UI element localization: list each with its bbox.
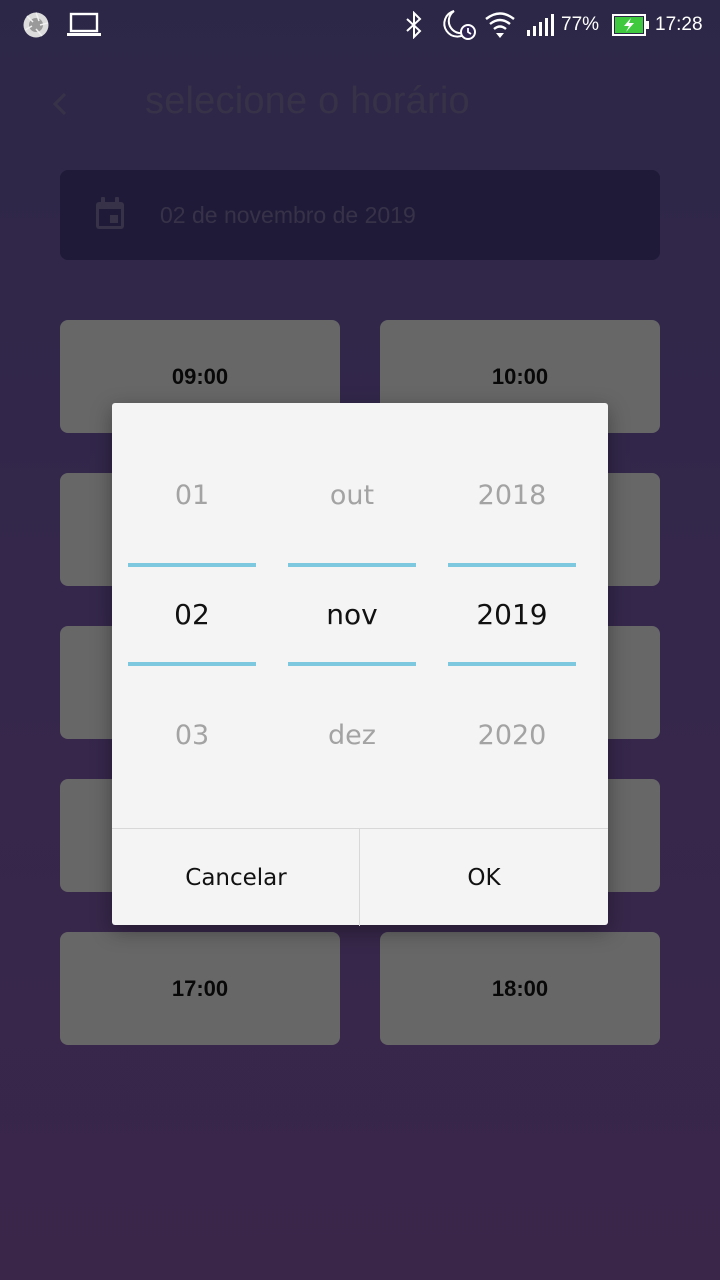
selection-line bbox=[288, 563, 416, 567]
day-picker[interactable]: 01 02 03 bbox=[128, 403, 256, 828]
dialog-actions: Cancelar OK bbox=[112, 828, 608, 926]
year-prev[interactable]: 2018 bbox=[448, 480, 576, 511]
moon-alarm-icon bbox=[443, 10, 476, 40]
date-picker-dialog: 01 02 03 out nov dez 2018 2019 2020 Canc… bbox=[112, 403, 608, 926]
bluetooth-icon bbox=[406, 11, 422, 39]
selection-line bbox=[448, 662, 576, 666]
cancel-button[interactable]: Cancelar bbox=[112, 829, 360, 926]
battery-percent: 77% bbox=[561, 14, 600, 35]
day-selected[interactable]: 02 bbox=[128, 598, 256, 631]
day-prev[interactable]: 01 bbox=[128, 480, 256, 511]
selection-line bbox=[128, 662, 256, 666]
clock: 17:28 bbox=[655, 14, 703, 35]
year-selected[interactable]: 2019 bbox=[448, 598, 576, 631]
selection-line bbox=[288, 662, 416, 666]
ok-button[interactable]: OK bbox=[360, 829, 608, 926]
signal-icon bbox=[527, 14, 554, 36]
aperture-icon bbox=[23, 12, 49, 38]
day-next[interactable]: 03 bbox=[128, 720, 256, 751]
selection-line bbox=[128, 563, 256, 567]
month-next[interactable]: dez bbox=[288, 720, 416, 751]
year-next[interactable]: 2020 bbox=[448, 720, 576, 751]
battery-charging-icon bbox=[612, 14, 649, 36]
year-picker[interactable]: 2018 2019 2020 bbox=[448, 403, 576, 828]
laptop-icon bbox=[67, 12, 101, 36]
selection-line bbox=[448, 563, 576, 567]
month-prev[interactable]: out bbox=[288, 480, 416, 511]
wifi-icon bbox=[485, 12, 515, 38]
month-selected[interactable]: nov bbox=[288, 598, 416, 631]
month-picker[interactable]: out nov dez bbox=[288, 403, 416, 828]
status-bar: 77% 17:28 bbox=[0, 0, 720, 50]
